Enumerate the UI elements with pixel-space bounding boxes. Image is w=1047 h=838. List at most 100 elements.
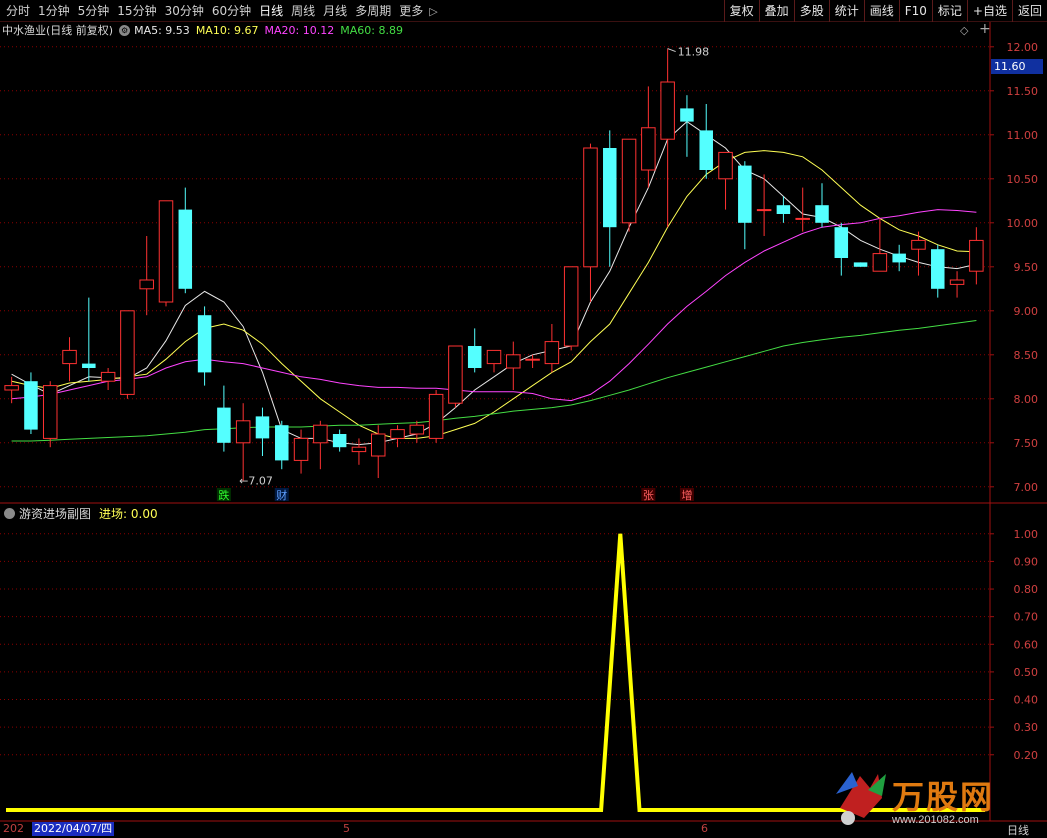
candle: [506, 341, 521, 390]
candle: [621, 138, 637, 232]
candle: [428, 390, 444, 443]
moving-averages: [11, 120, 977, 446]
candle: [699, 104, 713, 179]
price-tick-label: 11.00: [1007, 129, 1039, 142]
candle-body: [235, 420, 251, 444]
candle-body: [949, 279, 965, 285]
candle-body: [738, 165, 752, 223]
price-tick-label: 11.50: [1007, 85, 1039, 98]
signal-marker: 增: [681, 488, 692, 502]
candle-body: [603, 148, 617, 228]
candle-body: [428, 393, 444, 439]
indicator-value: 进场: 0.00: [99, 506, 158, 521]
month-label-6: 6: [701, 822, 708, 835]
candle: [197, 306, 212, 386]
price-tick-label: 10.00: [1007, 217, 1039, 230]
candle: [100, 368, 116, 390]
candle: [583, 143, 598, 302]
candle: [370, 425, 386, 478]
candle: [255, 407, 270, 456]
candle-body: [776, 205, 791, 214]
candles: [4, 48, 984, 481]
indicator-tick-label: 0.70: [1014, 611, 1039, 624]
candle: [158, 200, 174, 307]
candle-body: [563, 266, 579, 347]
candle: [139, 236, 154, 316]
candle-body: [24, 381, 38, 430]
candle: [332, 429, 347, 452]
candle: [120, 310, 135, 399]
price-tick-label: 7.50: [1014, 437, 1039, 450]
indicator-tick-label: 0.60: [1014, 638, 1039, 651]
grid: [0, 22, 1047, 822]
candle-body: [467, 346, 482, 368]
candle-body: [525, 358, 540, 361]
candle-body: [853, 262, 868, 267]
candle-body: [158, 200, 174, 303]
ma5-line: [11, 120, 977, 446]
price-tick-label: 9.00: [1014, 305, 1039, 318]
candle-body: [544, 341, 560, 365]
price-tick-label: 7.00: [1014, 481, 1039, 494]
candle: [892, 244, 906, 272]
indicator-tick-label: 0.50: [1014, 666, 1039, 679]
cursor-date: 2022/04/07/四: [32, 822, 115, 836]
candle: [969, 227, 984, 285]
candle-body: [448, 345, 463, 404]
candle-body: [911, 239, 926, 250]
candle: [235, 403, 251, 481]
watermark-url: www.201082.com: [892, 814, 979, 826]
candle-body: [42, 385, 58, 439]
candle: [217, 385, 231, 452]
candle-body: [718, 151, 733, 180]
bull-logo-icon: [836, 772, 886, 825]
price-tick-label: 12.00: [1007, 41, 1039, 54]
candle-body: [370, 433, 386, 457]
candle-body: [390, 429, 405, 439]
current-price-badge: 11.60: [991, 59, 1043, 74]
price-chart[interactable]: 7.00 7.50 8.00 8.50 9.00 9.50 10.00 10.50 11.00 1…: [0, 0, 1047, 838]
candle-body: [255, 416, 270, 439]
candle: [275, 420, 289, 470]
candle: [62, 337, 77, 382]
candle-body: [892, 253, 906, 263]
candle-body: [293, 437, 309, 461]
indicator-gear-icon[interactable]: [4, 507, 15, 519]
candle-body: [486, 349, 502, 365]
signal-marker: 张: [643, 489, 654, 502]
candle-body: [660, 81, 675, 140]
candle-body: [506, 354, 521, 369]
candle: [641, 86, 656, 188]
candle-body: [409, 424, 425, 435]
candle-body: [275, 425, 289, 461]
indicator-tick-label: 0.30: [1014, 721, 1039, 734]
candle: [82, 297, 96, 382]
candle-body: [815, 205, 829, 223]
watermark-logo: 万股网 www.201082.com: [830, 768, 1030, 830]
indicator-tick-label: 0.90: [1014, 555, 1039, 568]
price-tick-label: 9.50: [1014, 261, 1039, 274]
candle-body: [120, 310, 135, 395]
indicator-tick-label: 0.40: [1014, 694, 1039, 707]
candle: [467, 328, 482, 373]
candle: [815, 183, 829, 228]
signal-marker: 财: [276, 488, 287, 502]
candle-body: [100, 371, 116, 382]
month-label-5: 5: [343, 822, 350, 835]
candle-body: [699, 130, 713, 170]
low-label: ←7.07: [239, 475, 273, 488]
candle-body: [834, 227, 849, 258]
candle: [486, 349, 502, 373]
candle: [409, 420, 425, 443]
candle-body: [82, 363, 96, 368]
watermark-text: 万股网: [892, 779, 995, 815]
candle: [42, 381, 58, 448]
indicator-legend: 游资进场副图 进场: 0.00: [4, 505, 158, 521]
candle: [872, 218, 888, 272]
candle: [931, 244, 945, 298]
candle-body: [641, 127, 656, 171]
candle: [718, 151, 733, 210]
candle: [313, 420, 328, 470]
candle: [738, 161, 752, 250]
ma60-line: [11, 320, 977, 442]
